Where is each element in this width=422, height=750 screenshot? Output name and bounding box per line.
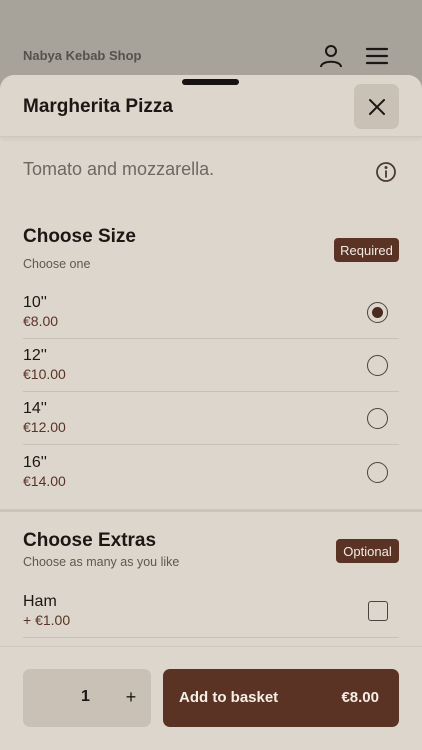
extra-option[interactable]: Ham + €1.00: [23, 585, 399, 638]
product-sheet: Margherita Pizza Tomato and mozzarella. …: [0, 75, 422, 750]
hamburger-menu-icon[interactable]: [365, 44, 389, 68]
info-icon[interactable]: [375, 161, 397, 183]
size-option-label: 16'': [23, 454, 47, 471]
required-badge: Required: [334, 238, 399, 262]
size-radio[interactable]: [367, 355, 388, 376]
extra-option-label: Ham: [23, 593, 57, 610]
extra-option-price: + €1.00: [23, 612, 71, 628]
size-section-title: Choose Size: [23, 226, 136, 247]
size-option-label: 14'': [23, 400, 47, 417]
extras-section-title: Choose Extras: [23, 530, 157, 551]
quantity-value: 1: [81, 688, 90, 705]
shop-name[interactable]: Nabya Kebab Shop: [23, 48, 141, 63]
user-icon[interactable]: [319, 44, 343, 68]
extras-section-subtitle: Choose as many as you like: [23, 555, 180, 569]
size-radio-selected[interactable]: [367, 302, 388, 323]
quantity-stepper[interactable]: 1 +: [23, 669, 151, 727]
size-section-subtitle: Choose one: [23, 257, 91, 271]
product-description: Tomato and mozzarella.: [23, 159, 215, 179]
product-title: Margherita Pizza: [23, 96, 173, 117]
add-to-basket-label: Add to basket: [179, 689, 279, 706]
size-option[interactable]: 10'' €8.00: [23, 286, 399, 339]
increment-button[interactable]: +: [119, 685, 143, 709]
size-radio[interactable]: [367, 462, 388, 483]
optional-badge: Optional: [336, 539, 399, 563]
size-option[interactable]: 12'' €10.00: [23, 339, 399, 392]
section-divider: [0, 509, 422, 512]
size-option-label: 10'': [23, 294, 47, 311]
size-radio[interactable]: [367, 408, 388, 429]
extra-checkbox[interactable]: [368, 601, 388, 621]
size-option-price: €10.00: [23, 366, 66, 382]
size-option-label: 12'': [23, 347, 47, 364]
size-option-price: €8.00: [23, 313, 59, 329]
add-to-basket-button[interactable]: Add to basket €8.00: [163, 669, 399, 727]
size-option-price: €14.00: [23, 473, 66, 489]
sheet-footer: 1 + Add to basket €8.00: [0, 646, 422, 750]
size-option[interactable]: 16'' €14.00: [23, 446, 399, 499]
basket-total: €8.00: [341, 689, 379, 706]
size-option-price: €12.00: [23, 419, 66, 435]
close-icon: [368, 98, 385, 115]
size-option[interactable]: 14'' €12.00: [23, 392, 399, 445]
close-button[interactable]: [354, 84, 399, 129]
sheet-header: Margherita Pizza: [0, 75, 422, 137]
